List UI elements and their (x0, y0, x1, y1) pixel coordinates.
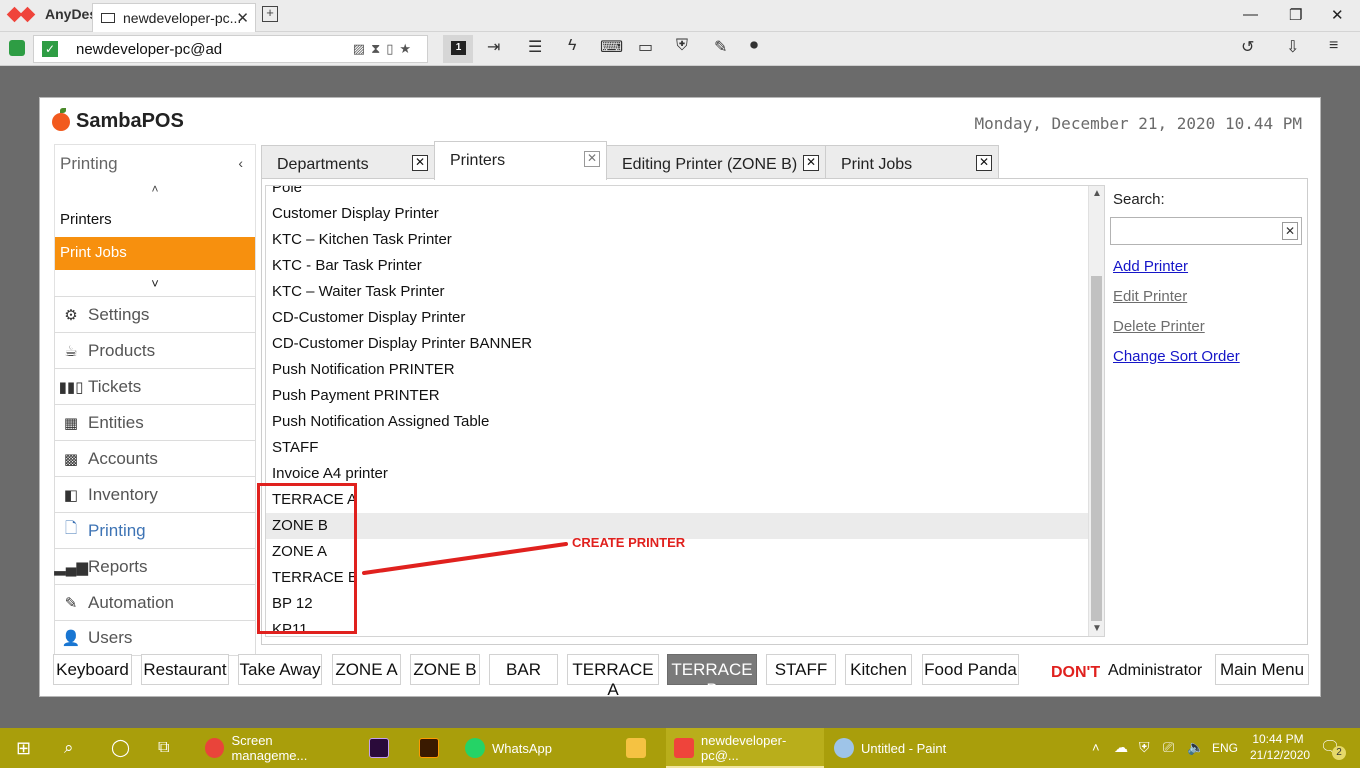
anydesk-icon (674, 738, 694, 758)
tab-label: Printers (450, 152, 506, 169)
taskbar-label: WhatsApp (492, 740, 552, 756)
clock-date: 21/12/2020 (1250, 748, 1311, 762)
whatsapp-icon (465, 738, 485, 758)
clock-time: 10:44 PM (1252, 732, 1304, 746)
taskbar-chrome[interactable]: Screen manageme... (199, 728, 349, 768)
taskbar-paint[interactable]: Untitled - Paint (826, 728, 976, 768)
search-icon[interactable]: ⌕ (64, 728, 74, 768)
illustrator-icon[interactable] (419, 728, 446, 768)
premiere-icon[interactable] (369, 728, 396, 768)
paint-icon (834, 738, 854, 758)
annotation-arrow (362, 542, 568, 575)
clock[interactable]: 10:44 PM 21/12/2020 (1250, 732, 1311, 762)
close-icon[interactable]: ✕ (584, 151, 600, 167)
cloud-icon[interactable]: ☁ (1114, 739, 1128, 756)
volume-icon[interactable]: 🔈 (1187, 739, 1204, 756)
taskbar-label: Untitled - Paint (861, 740, 947, 756)
network-icon[interactable]: ⎚ (1163, 739, 1174, 756)
cortana-icon[interactable]: ◯ (111, 728, 130, 768)
annotation-callout: CREATE PRINTER (572, 535, 686, 550)
taskbar-anydesk[interactable]: newdeveloper-pc@... (666, 728, 824, 768)
windows-taskbar: ⊞ ⌕ ◯ ⧉ Screen manageme... WhatsApp newd… (0, 728, 1360, 768)
taskbar-label: newdeveloper-pc@... (701, 733, 787, 763)
tray-chevron-icon[interactable]: ˄ (1092, 740, 1100, 755)
file-explorer-icon[interactable] (626, 728, 653, 768)
taskbar-label: Screen manageme... (231, 733, 308, 763)
notification-count: 2 (1332, 746, 1346, 760)
windows-start-icon[interactable]: ⊞ (16, 728, 31, 768)
chrome-icon (205, 738, 225, 758)
taskbar-whatsapp[interactable]: WhatsApp (459, 728, 599, 768)
tab-printers[interactable]: Printers ✕ (434, 141, 607, 180)
security-icon[interactable]: ⛨ (1139, 739, 1150, 756)
task-view-icon[interactable]: ⧉ (158, 728, 169, 768)
language-indicator[interactable]: ENG (1212, 741, 1238, 755)
